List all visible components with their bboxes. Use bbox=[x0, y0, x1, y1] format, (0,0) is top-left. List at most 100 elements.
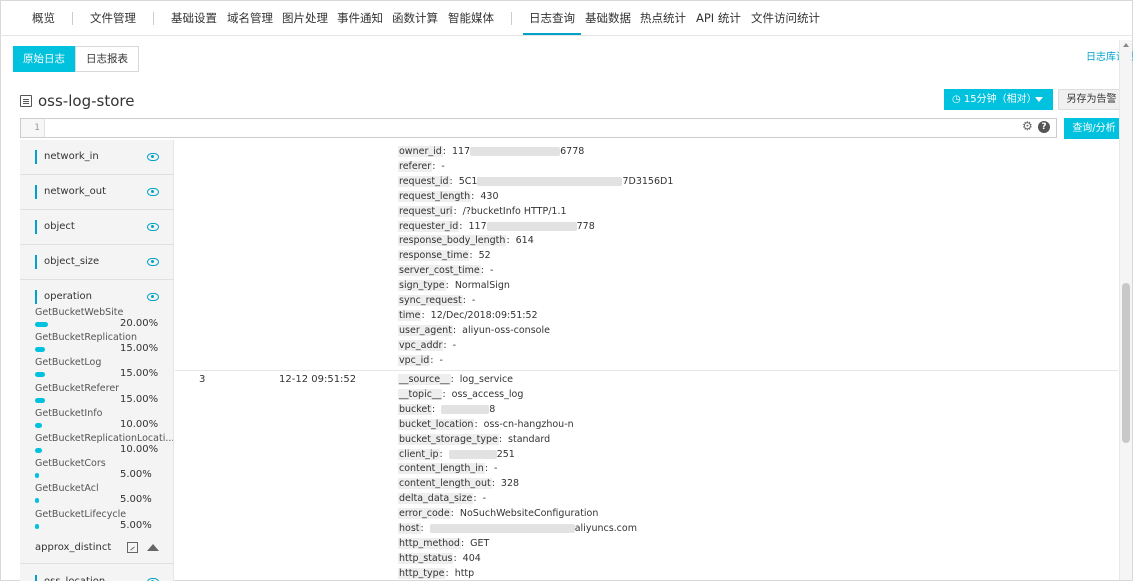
log-field-value[interactable]: 5C1 bbox=[459, 176, 478, 187]
log-field-key[interactable]: requester_id bbox=[398, 220, 460, 232]
nav-overview[interactable]: 概览 bbox=[32, 0, 55, 36]
log-field-value[interactable]: - bbox=[453, 340, 456, 351]
log-field-value[interactable]: 117 bbox=[452, 146, 470, 157]
log-field-value[interactable]: NormalSign bbox=[455, 280, 510, 291]
nav-hotspot-stats[interactable]: 热点统计 bbox=[640, 0, 686, 36]
time-range-dropdown[interactable]: ◷ 15分钟（相对） bbox=[944, 89, 1053, 110]
log-field-key[interactable]: sync_request bbox=[398, 295, 463, 306]
log-field-value-suffix[interactable]: aliyuncs.com bbox=[575, 523, 637, 534]
log-field-value[interactable]: oss-cn-hangzhou-n bbox=[484, 419, 574, 430]
log-field-value-suffix[interactable]: 7D3156D1 bbox=[622, 176, 673, 187]
log-field-key[interactable]: http_method bbox=[398, 537, 461, 549]
nav-file-management[interactable]: 文件管理 bbox=[90, 0, 136, 36]
log-field-value[interactable]: 404 bbox=[463, 553, 481, 564]
log-field-key[interactable]: delta_data_size bbox=[398, 493, 474, 505]
log-field-value[interactable]: - bbox=[472, 295, 475, 306]
percent-bar bbox=[35, 422, 113, 428]
log-field-value[interactable]: 12/Dec/2018:09:51:52 bbox=[431, 310, 538, 321]
log-field-key[interactable]: response_time bbox=[398, 250, 470, 262]
field-item[interactable]: network_out bbox=[20, 175, 173, 210]
log-field-key[interactable]: __source__ bbox=[398, 374, 451, 385]
eye-icon[interactable] bbox=[147, 153, 159, 161]
nav-domain-management[interactable]: 域名管理 bbox=[227, 0, 273, 36]
log-field: bucket: 8 bbox=[398, 403, 496, 415]
log-field-value-suffix[interactable]: 8 bbox=[489, 404, 495, 415]
nav-api-stats[interactable]: API 统计 bbox=[696, 0, 741, 36]
save-as-alert-button[interactable]: 另存为告警 bbox=[1058, 89, 1125, 110]
eye-icon[interactable] bbox=[147, 223, 159, 231]
log-field-value[interactable]: 328 bbox=[501, 478, 519, 489]
log-field-key[interactable]: client_ip bbox=[398, 448, 440, 460]
scrollbar-thumb[interactable] bbox=[1122, 283, 1130, 443]
tab-raw-logs[interactable]: 原始日志 bbox=[13, 46, 75, 72]
log-field-value-suffix[interactable]: 778 bbox=[577, 221, 595, 232]
nav-basic-data[interactable]: 基础数据 bbox=[585, 0, 631, 36]
log-field-key[interactable]: error_code bbox=[398, 508, 451, 520]
query-analyze-button[interactable]: 查询/分析 bbox=[1064, 118, 1124, 139]
log-field-key[interactable]: vpc_id bbox=[398, 354, 431, 366]
query-input[interactable]: 1 bbox=[20, 118, 1057, 138]
log-field-key[interactable]: http_status bbox=[398, 552, 454, 564]
nav-smart-media[interactable]: 智能媒体 bbox=[448, 0, 494, 36]
log-field-key[interactable]: request_length bbox=[398, 190, 472, 202]
scroll-up-icon[interactable] bbox=[1123, 43, 1129, 47]
log-field-key[interactable]: owner_id bbox=[398, 146, 443, 157]
log-field-key[interactable]: vpc_addr bbox=[398, 339, 444, 351]
gear-icon[interactable]: ⚙ bbox=[1022, 120, 1035, 133]
log-field-key[interactable]: __topic__ bbox=[398, 388, 443, 400]
log-field-key[interactable]: server_cost_time bbox=[398, 265, 481, 277]
nav-image-processing[interactable]: 图片处理 bbox=[282, 0, 328, 36]
log-field-key[interactable]: response_body_length bbox=[398, 235, 507, 247]
log-field-value[interactable]: oss_access_log bbox=[452, 389, 524, 400]
log-field-key[interactable]: host bbox=[398, 523, 421, 534]
log-field-value[interactable]: - bbox=[483, 493, 486, 504]
log-field-value[interactable]: 52 bbox=[479, 250, 491, 261]
vertical-scrollbar[interactable] bbox=[1119, 40, 1132, 580]
log-field-value[interactable]: 117 bbox=[469, 221, 487, 232]
nav-basic-settings[interactable]: 基础设置 bbox=[171, 0, 217, 36]
eye-icon[interactable] bbox=[147, 188, 159, 196]
log-field-key[interactable]: user_agent bbox=[398, 324, 453, 336]
log-field-value[interactable]: log_service bbox=[460, 374, 513, 385]
log-field-key[interactable]: sign_type bbox=[398, 280, 446, 292]
log-field-key[interactable]: referer bbox=[398, 160, 433, 172]
field-item[interactable]: oss_location bbox=[20, 565, 173, 581]
log-field-value[interactable]: aliyun-oss-console bbox=[462, 325, 550, 336]
log-field-value[interactable]: - bbox=[441, 161, 444, 172]
log-field-value[interactable]: 430 bbox=[480, 191, 498, 202]
log-field-key[interactable]: bucket bbox=[398, 403, 433, 415]
log-field-value[interactable]: - bbox=[440, 355, 443, 366]
log-field-value[interactable]: - bbox=[494, 463, 497, 474]
log-field-value[interactable]: - bbox=[490, 265, 493, 276]
nav-function-compute[interactable]: 函数计算 bbox=[392, 0, 438, 36]
chart-icon[interactable] bbox=[127, 542, 138, 553]
log-field-value-suffix[interactable]: 251 bbox=[497, 449, 515, 460]
log-field-value[interactable]: 614 bbox=[516, 235, 534, 246]
log-field-key[interactable]: content_length_out bbox=[398, 478, 492, 490]
log-field-key[interactable]: request_uri bbox=[398, 205, 454, 217]
log-field-key[interactable]: bucket_storage_type bbox=[398, 433, 499, 445]
log-field-value[interactable]: NoSuchWebsiteConfiguration bbox=[460, 508, 599, 519]
nav-file-access-stats[interactable]: 文件访问统计 bbox=[751, 0, 820, 36]
tab-log-report[interactable]: 日志报表 bbox=[75, 46, 139, 72]
collapse-icon[interactable] bbox=[147, 544, 159, 551]
log-field-value[interactable]: /?bucketInfo HTTP/1.1 bbox=[463, 206, 567, 217]
log-field-key[interactable]: bucket_location bbox=[398, 418, 475, 430]
log-field-value[interactable]: http bbox=[455, 568, 475, 579]
log-field-key[interactable]: request_id bbox=[398, 175, 450, 187]
eye-icon[interactable] bbox=[147, 258, 159, 266]
eye-icon[interactable] bbox=[147, 293, 159, 301]
field-item[interactable]: network_in bbox=[20, 140, 173, 175]
log-field: content_length_in: - bbox=[398, 463, 498, 475]
log-field-key[interactable]: time bbox=[398, 309, 422, 321]
log-field-value[interactable]: GET bbox=[470, 538, 489, 549]
nav-log-query[interactable]: 日志查询 bbox=[523, 0, 581, 35]
log-field-value[interactable]: standard bbox=[508, 434, 550, 445]
nav-event-notification[interactable]: 事件通知 bbox=[337, 0, 383, 36]
help-icon[interactable]: ? bbox=[1038, 121, 1050, 133]
log-field-key[interactable]: content_length_in bbox=[398, 463, 485, 475]
field-item[interactable]: object bbox=[20, 210, 173, 245]
log-field-key[interactable]: http_type bbox=[398, 567, 446, 579]
field-item[interactable]: object_size bbox=[20, 245, 173, 280]
log-field-value-suffix[interactable]: 6778 bbox=[560, 146, 584, 157]
